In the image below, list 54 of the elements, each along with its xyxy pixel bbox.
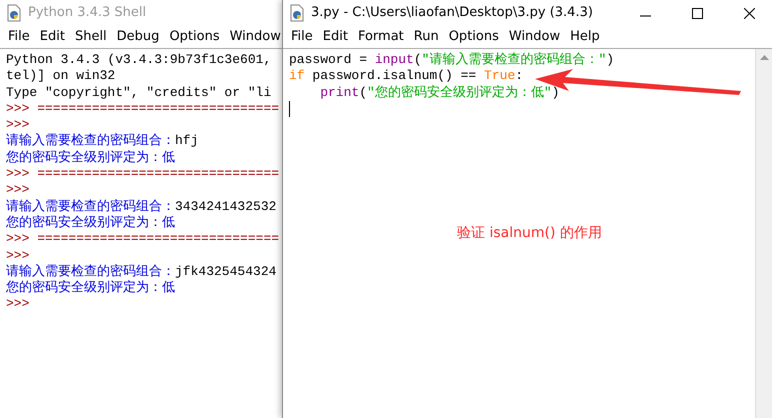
shell-text: hfj [175, 133, 198, 148]
window-title: Python 3.4.3 Shell [28, 4, 146, 22]
shell-text: Python 3.4.3 (v3.4.3:9b73f1c3e601, [6, 52, 272, 67]
code-text: "请输入需要检查的密码组合：" [422, 52, 606, 67]
menu-item[interactable]: Options [164, 27, 225, 47]
shell-text: tel)] on win32 [6, 68, 116, 84]
menu-item[interactable]: Debug [112, 27, 164, 47]
code-text: if [289, 68, 305, 84]
python-file-icon [289, 4, 305, 22]
code-text: : [515, 68, 524, 84]
code-text: input [374, 52, 414, 67]
menu-item[interactable]: File [286, 27, 318, 47]
code-text: True [484, 68, 516, 84]
menu-item[interactable]: Run [408, 27, 444, 47]
menu-item[interactable]: Edit [318, 27, 353, 47]
menu-item[interactable]: Window [504, 27, 566, 47]
code-text: ) [552, 84, 560, 100]
code-text: ) [606, 52, 614, 67]
code-text: password = [289, 52, 368, 67]
shell-text: >>> [6, 117, 30, 132]
window-title: 3.py - C:\Users\liaofan\Desktop\3.py (3.4.3) [311, 4, 593, 22]
code-text: print [320, 84, 360, 100]
code-text: ( [414, 52, 422, 67]
shell-text: >>> =============================== [6, 166, 280, 182]
shell-text: 3434241432532 [175, 198, 276, 214]
shell-text: Type "copyright", "credits" or "li [6, 84, 272, 100]
scrollbar[interactable] [755, 49, 772, 418]
menu-item[interactable]: Help [565, 27, 605, 47]
python-file-icon [6, 4, 22, 22]
maximize-icon[interactable] [692, 8, 702, 18]
close-icon[interactable] [744, 8, 754, 18]
shell-text: >>> =============================== [6, 100, 280, 116]
shell-text: 请输入需要检查的密码组合： [6, 133, 175, 148]
code-text: password.isalnum() == [311, 68, 478, 84]
menu-item[interactable]: Window [224, 27, 286, 47]
menu-item[interactable]: File [3, 27, 35, 47]
code-text: ( [359, 84, 368, 100]
shell-text: >>> [6, 248, 30, 263]
shell-text: jfk4325454324 [175, 264, 276, 279]
shell-text: >>> [6, 182, 30, 198]
code-text: "您的密码安全级别评定为：低" [367, 84, 552, 100]
shell-text: 您的密码安全级别评定为：低 [6, 150, 175, 165]
shell-text: 您的密码安全级别评定为：低 [6, 280, 175, 296]
menu-item[interactable]: Options [444, 27, 504, 47]
text-cursor [289, 101, 290, 117]
shell-text: 请输入需要检查的密码组合： [6, 264, 175, 279]
menu-item[interactable]: Format [352, 27, 409, 47]
menu-item[interactable]: Edit [34, 27, 70, 47]
annotation-text: 验证 isalnum() 的作用 [457, 225, 602, 242]
shell-text: >>> [6, 296, 30, 312]
shell-text: 请输入需要检查的密码组合： [6, 198, 175, 214]
shell-text: 您的密码安全级别评定为：低 [6, 214, 175, 230]
menu-item[interactable]: Shell [70, 27, 112, 47]
shell-text: >>> =============================== [6, 231, 280, 246]
